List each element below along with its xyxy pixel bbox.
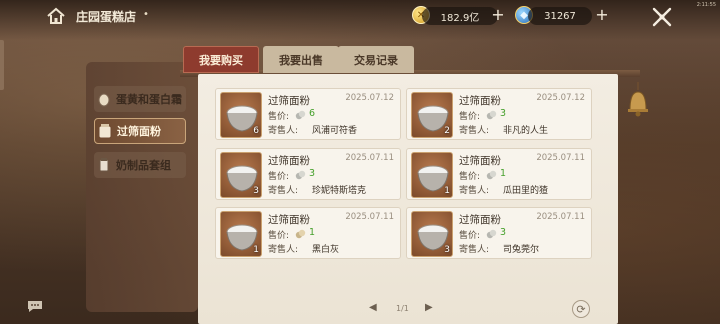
flour-bowl-icon: 1 bbox=[411, 152, 453, 198]
egg-icon bbox=[94, 89, 114, 109]
listing-price: 6 bbox=[309, 108, 316, 119]
listing-name: 过筛面粉 bbox=[268, 155, 310, 167]
listing-seller: 司兔莞尔 bbox=[503, 245, 540, 255]
close-button[interactable] bbox=[650, 5, 674, 29]
price-label: 售价: bbox=[268, 112, 290, 122]
listing-seller: 珍妮特斯塔克 bbox=[312, 186, 367, 196]
listing-price: 3 bbox=[500, 227, 507, 238]
category-flour[interactable]: 过筛面粉 bbox=[94, 118, 186, 144]
listing-date: 2025.07.11 bbox=[536, 212, 585, 222]
price-coin-icon bbox=[486, 229, 497, 239]
listing-name: 过筛面粉 bbox=[268, 214, 310, 226]
home-icon bbox=[47, 7, 65, 24]
flour-bowl-icon: 6 bbox=[220, 92, 262, 138]
gem-balance: 31267 bbox=[528, 7, 592, 25]
category-flour-label: 过筛面粉 bbox=[117, 125, 161, 138]
home-button[interactable] bbox=[44, 5, 68, 27]
listing-price: 3 bbox=[500, 108, 507, 119]
listing-card[interactable]: 3 过筛面粉 2025.07.11 售价: 3 寄售人: 司兔莞尔 bbox=[406, 207, 592, 259]
listing-price: 1 bbox=[500, 168, 507, 179]
price-coin-icon bbox=[295, 110, 306, 120]
listing-card[interactable]: 2 过筛面粉 2025.07.12 售价: 3 寄售人: 非凡的人生 bbox=[406, 88, 592, 140]
listing-seller: 风浦可符香 bbox=[312, 126, 358, 136]
listing-name: 过筛面粉 bbox=[268, 95, 310, 107]
add-gem-button[interactable]: + bbox=[593, 5, 611, 25]
price-coin-icon bbox=[295, 229, 306, 239]
tab-buy[interactable]: 我要购买 bbox=[183, 46, 259, 73]
listing-card[interactable]: 1 过筛面粉 2025.07.11 售价: 1 寄售人: 瓜田里的猹 bbox=[406, 148, 592, 200]
prev-page-button[interactable]: ◀ bbox=[369, 302, 377, 313]
listing-date: 2025.07.12 bbox=[345, 93, 394, 103]
category-dairy[interactable]: 奶制品套组 bbox=[94, 152, 186, 178]
price-label: 售价: bbox=[268, 172, 290, 182]
refresh-button[interactable]: ⟳ bbox=[572, 300, 590, 318]
category-egg-label: 蛋黄和蛋白霜 bbox=[116, 93, 182, 106]
refresh-icon: ⟳ bbox=[576, 302, 586, 316]
category-dairy-label: 奶制品套组 bbox=[116, 159, 171, 172]
flour-bowl-icon: 1 bbox=[220, 211, 262, 257]
price-coin-icon bbox=[486, 170, 497, 180]
close-icon bbox=[652, 7, 672, 27]
price-label: 售价: bbox=[459, 112, 481, 122]
seller-label: 寄售人: bbox=[268, 186, 299, 196]
seller-label: 寄售人: bbox=[268, 245, 299, 255]
listing-quantity: 1 bbox=[444, 186, 450, 196]
seller-label: 寄售人: bbox=[268, 126, 299, 136]
next-page-button[interactable]: ▶ bbox=[425, 302, 433, 313]
listing-seller: 瓜田里的猹 bbox=[503, 186, 549, 196]
listing-name: 过筛面粉 bbox=[459, 214, 501, 226]
listing-price: 3 bbox=[309, 168, 316, 179]
listing-price: 1 bbox=[309, 227, 316, 238]
listing-quantity: 2 bbox=[444, 126, 450, 136]
listing-card[interactable]: 3 过筛面粉 2025.07.11 售价: 3 寄售人: 珍妮特斯塔克 bbox=[215, 148, 401, 200]
flour-sack-icon bbox=[95, 121, 115, 141]
page-indicator: 1/1 bbox=[396, 304, 409, 313]
gold-balance: 182.9亿 bbox=[422, 7, 498, 25]
chat-icon bbox=[28, 301, 42, 312]
listing-card[interactable]: 1 过筛面粉 2025.07.11 售价: 1 寄售人: 黑白灰 bbox=[215, 207, 401, 259]
dairy-icon bbox=[94, 155, 114, 175]
side-handle[interactable] bbox=[0, 40, 4, 90]
price-label: 售价: bbox=[268, 231, 290, 241]
price-coin-icon bbox=[486, 110, 497, 120]
category-egg[interactable]: 蛋黄和蛋白霜 bbox=[94, 86, 186, 112]
flour-bowl-icon: 2 bbox=[411, 92, 453, 138]
listing-quantity: 1 bbox=[253, 245, 259, 255]
flour-bowl-icon: 3 bbox=[411, 211, 453, 257]
listing-quantity: 3 bbox=[444, 245, 450, 255]
listing-date: 2025.07.11 bbox=[345, 153, 394, 163]
price-label: 售价: bbox=[459, 231, 481, 241]
seller-label: 寄售人: bbox=[459, 126, 490, 136]
add-gold-button[interactable]: + bbox=[489, 5, 507, 25]
listing-date: 2025.07.12 bbox=[536, 93, 585, 103]
tab-trade-log[interactable]: 交易记录 bbox=[338, 46, 414, 73]
listing-quantity: 3 bbox=[253, 186, 259, 196]
listing-date: 2025.07.11 bbox=[345, 212, 394, 222]
listing-date: 2025.07.11 bbox=[536, 153, 585, 163]
listing-seller: 黑白灰 bbox=[312, 245, 340, 255]
clock-text: 2:11:55 bbox=[696, 2, 716, 8]
listing-seller: 非凡的人生 bbox=[503, 126, 549, 136]
listing-name: 过筛面粉 bbox=[459, 155, 501, 167]
flour-bowl-icon: 3 bbox=[220, 152, 262, 198]
tab-sell[interactable]: 我要出售 bbox=[263, 46, 339, 73]
title-dot: • bbox=[143, 9, 149, 20]
price-coin-icon bbox=[295, 170, 306, 180]
page-title: 庄园蛋糕店 bbox=[76, 10, 137, 24]
seller-label: 寄售人: bbox=[459, 186, 490, 196]
price-label: 售价: bbox=[459, 172, 481, 182]
top-bar: 庄园蛋糕店 • ✕ 182.9亿 + ◆ 31267 + 2:11:55 bbox=[0, 0, 720, 34]
listing-quantity: 6 bbox=[253, 126, 259, 136]
seller-label: 寄售人: bbox=[459, 245, 490, 255]
listing-name: 过筛面粉 bbox=[459, 95, 501, 107]
bell-icon bbox=[624, 82, 652, 118]
listing-card[interactable]: 6 过筛面粉 2025.07.12 售价: 6 寄售人: 风浦可符香 bbox=[215, 88, 401, 140]
chat-button[interactable] bbox=[26, 298, 44, 312]
